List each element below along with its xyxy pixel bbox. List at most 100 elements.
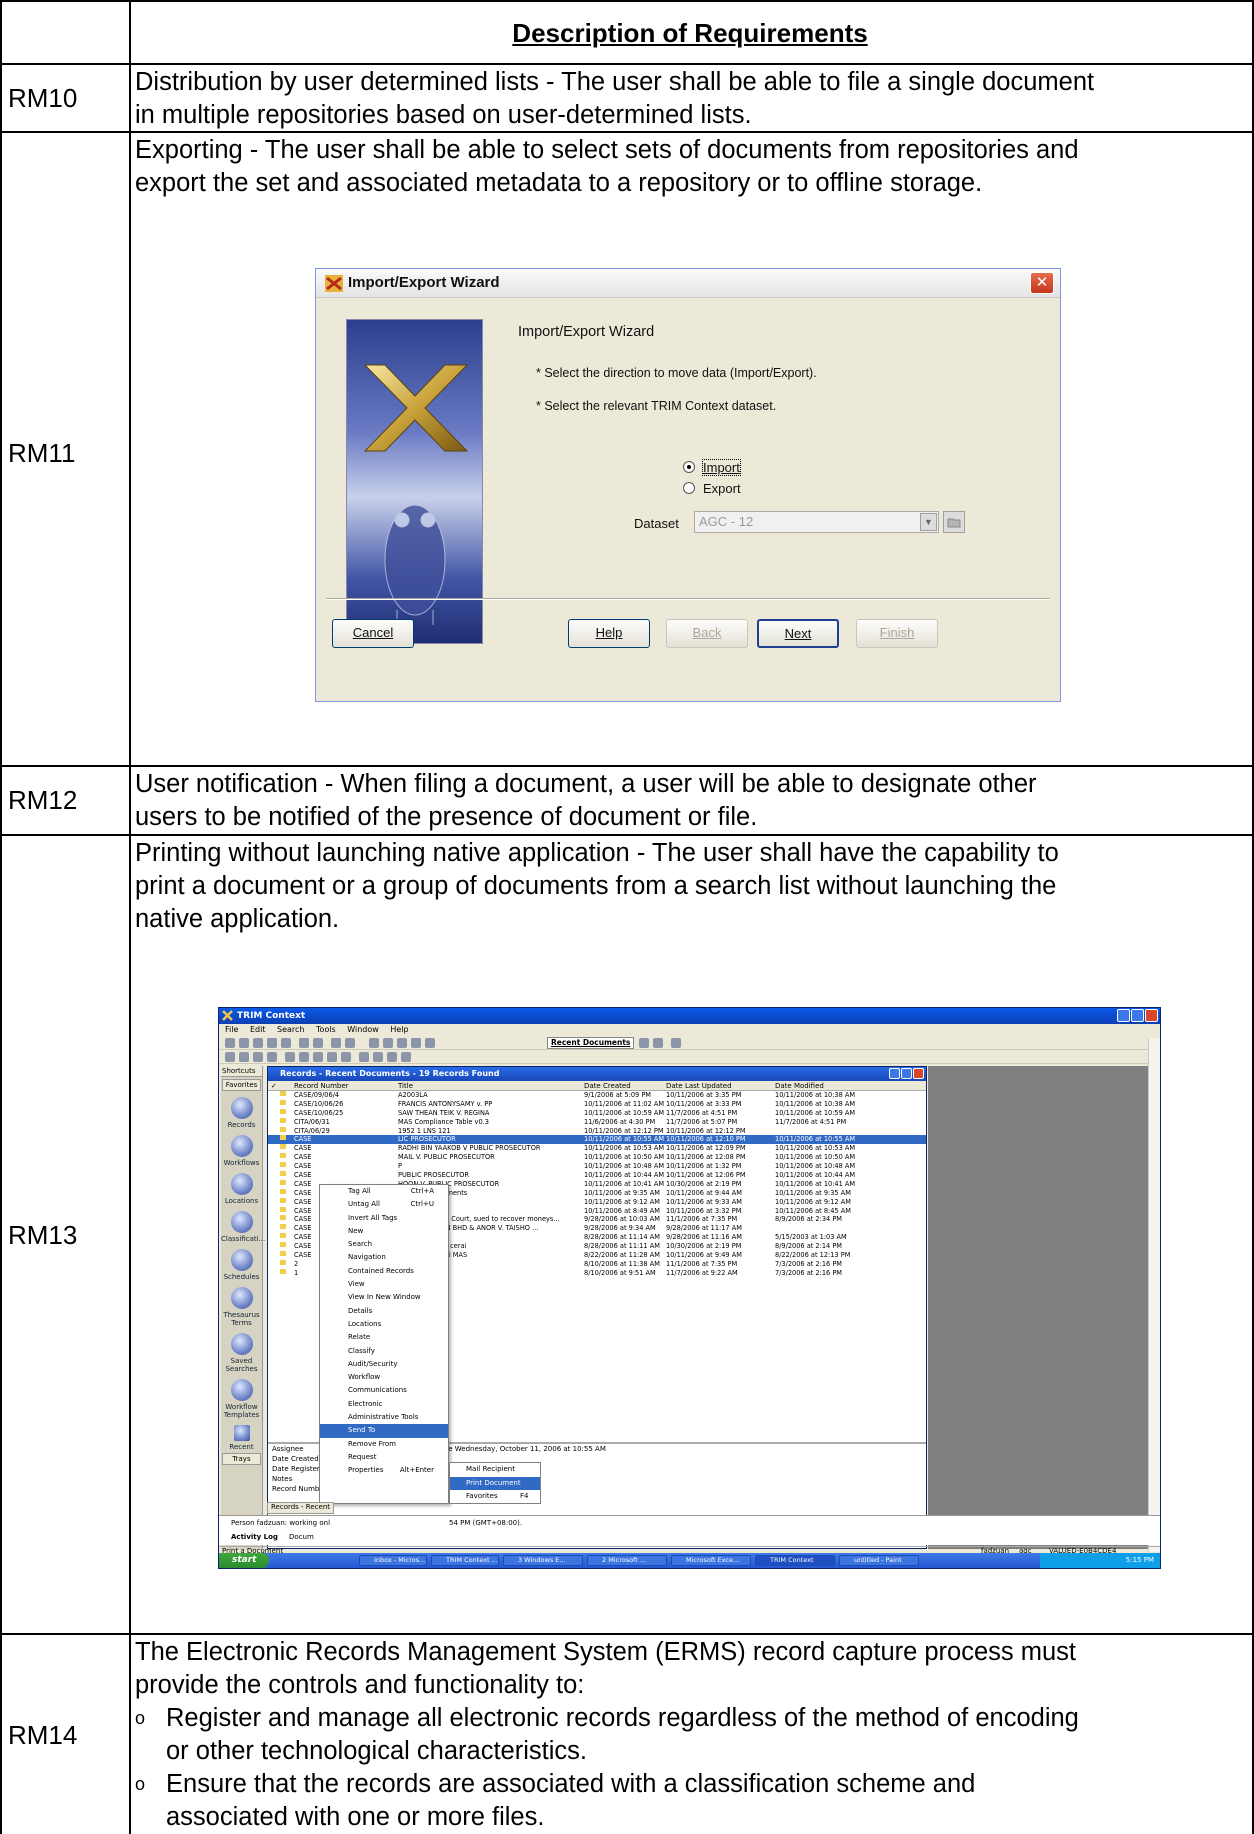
maximize-icon[interactable] [1131, 1009, 1144, 1022]
close-icon[interactable] [1145, 1009, 1158, 1022]
favorites-tab[interactable]: Favorites [222, 1079, 261, 1091]
document-icon[interactable] [327, 1052, 337, 1062]
vertical-scrollbar[interactable] [1148, 1038, 1160, 1552]
menu-item-details[interactable]: Details [320, 1305, 448, 1318]
folder-icon[interactable] [267, 1052, 277, 1062]
search-icon[interactable] [383, 1038, 393, 1048]
records-window-titlebar[interactable]: Records - Recent Documents - 19 Records … [268, 1067, 926, 1081]
print-icon[interactable] [299, 1038, 309, 1048]
menu-item-audit-security[interactable]: Audit/Security [320, 1358, 448, 1371]
table-row[interactable]: CASE PUBLIC PROSECUTOR 10/11/2006 at 10:44… [268, 1171, 926, 1180]
menu-item-remove-from[interactable]: Remove From [320, 1438, 448, 1451]
menu-item-relate[interactable]: Relate [320, 1331, 448, 1344]
cancel-button[interactable]: Cancel [332, 619, 414, 648]
menu-item-mail-recipient[interactable]: Mail Recipient [450, 1463, 540, 1477]
menu-item-navigation[interactable]: Navigation [320, 1251, 448, 1264]
table-row[interactable]: CITA/06/29 1952 1 LNS 121 10/11/2006 at 12… [268, 1126, 926, 1136]
search-icon[interactable] [425, 1038, 435, 1048]
dataset-select[interactable]: AGC - 12 ▼ [694, 511, 939, 533]
activity-log-tab[interactable]: Activity Log [231, 1533, 278, 1541]
copy-icon[interactable] [373, 1052, 383, 1062]
print-icon[interactable] [225, 1052, 235, 1062]
search-icon[interactable] [397, 1038, 407, 1048]
table-row[interactable]: CASE RADHI BIN YAAKOB V PUBLIC PROSECUTOR… [268, 1144, 926, 1153]
filter-icon[interactable] [653, 1038, 663, 1048]
taskbar-item[interactable]: untitled - Paint [839, 1555, 919, 1566]
shortcut-recent[interactable]: Recent [221, 1425, 262, 1451]
unlink-icon[interactable] [345, 1038, 355, 1048]
trays-tab[interactable]: Trays [222, 1453, 261, 1465]
menu-item-search[interactable]: Search [320, 1238, 448, 1251]
filter-icon[interactable] [639, 1038, 649, 1048]
menu-item-send-to[interactable]: Send To [320, 1424, 448, 1438]
menu-help[interactable]: Help [390, 1025, 408, 1034]
grid-icon[interactable] [401, 1052, 411, 1062]
recent-documents-dropdown[interactable]: Recent Documents [547, 1037, 635, 1049]
checkbox-column-icon[interactable]: ✓ [271, 1081, 277, 1091]
taskbar-item-active[interactable]: TRIM Context [755, 1555, 835, 1566]
back-button[interactable]: Back [666, 619, 748, 648]
properties-icon[interactable] [281, 1038, 291, 1048]
finish-button[interactable]: Finish [856, 619, 938, 648]
menu-item-invert-all-tags[interactable]: Invert All Tags [320, 1212, 448, 1225]
records-recent-tab[interactable]: Records - Recent [267, 1502, 335, 1514]
shortcut-classifications[interactable]: Classificati... [221, 1211, 265, 1243]
table-row[interactable]: CASE/10/06/26 FRANCIS ANTONYSAMY v. PP 10/… [268, 1099, 926, 1109]
restore-icon[interactable] [901, 1068, 912, 1079]
table-row[interactable]: CASE/09/06/4 A2003LA 9/1/2006 at 5:09 PM 10… [268, 1091, 926, 1100]
shortcut-thesaurus-terms[interactable]: Thesaurus Terms [221, 1287, 262, 1327]
menu-tools[interactable]: Tools [316, 1025, 336, 1034]
start-button[interactable]: start [219, 1553, 269, 1568]
print-icon[interactable] [253, 1052, 263, 1062]
menu-window[interactable]: Window [347, 1025, 379, 1034]
pen-icon[interactable] [299, 1052, 309, 1062]
column-date-modified[interactable]: Date Modified [775, 1081, 824, 1091]
taskbar-item[interactable]: Microsoft Exce... [671, 1555, 751, 1566]
chevron-down-icon[interactable]: ▼ [920, 513, 937, 531]
menu-item-properties[interactable]: Properties Alt+Enter [320, 1464, 448, 1477]
copy-icon[interactable] [387, 1052, 397, 1062]
menu-item-electronic[interactable]: Electronic [320, 1398, 448, 1411]
table-row[interactable]: CASE MAIL V. PUBLIC PROSECUTOR 10/11/2006 … [268, 1153, 926, 1162]
document-tab[interactable]: Docum [289, 1533, 314, 1541]
preview-icon[interactable] [313, 1038, 323, 1048]
menu-item-contained-records[interactable]: Contained Records [320, 1265, 448, 1278]
link-icon[interactable] [331, 1038, 341, 1048]
menu-item-communications[interactable]: Communications [320, 1384, 448, 1397]
shortcut-locations[interactable]: Locations [221, 1173, 262, 1205]
save-icon[interactable] [239, 1038, 249, 1048]
shortcut-schedules[interactable]: Schedules [221, 1249, 262, 1281]
table-row[interactable]: CASE P 10/11/2006 at 10:48 AM 10/11/2006 at… [268, 1162, 926, 1171]
menu-item-request[interactable]: Request [320, 1451, 448, 1464]
document-icon[interactable] [313, 1052, 323, 1062]
document-icon[interactable] [341, 1052, 351, 1062]
trim-titlebar[interactable]: TRIM Context [219, 1008, 1160, 1024]
close-button[interactable]: ✕ [1030, 272, 1054, 294]
menu-item-tag-all[interactable]: Tag All Ctrl+A [320, 1185, 448, 1198]
close-icon[interactable] [913, 1068, 924, 1079]
shortcut-workflow-templates[interactable]: Workflow Templates [221, 1379, 262, 1419]
menu-edit[interactable]: Edit [250, 1025, 266, 1034]
menu-search[interactable]: Search [277, 1025, 304, 1034]
help-button[interactable]: Help [568, 619, 650, 648]
table-row[interactable]: CITA/06/31 MAS Compliance Table v0.3 11/6/… [268, 1117, 926, 1127]
menu-item-view[interactable]: View [320, 1278, 448, 1291]
column-date-last-updated[interactable]: Date Last Updated [666, 1081, 732, 1091]
taskbar-item[interactable]: Inbox - Micros... [359, 1555, 427, 1566]
search-icon[interactable] [411, 1038, 421, 1048]
table-row[interactable]: CASE LIC PROSECUTOR 10/11/2006 at 10:55 AM… [268, 1135, 926, 1145]
menu-item-print-document[interactable]: Print Document [450, 1476, 540, 1490]
menu-item-workflow[interactable]: Workflow [320, 1371, 448, 1384]
column-title[interactable]: Title [398, 1081, 413, 1091]
next-button[interactable]: Next [757, 619, 839, 648]
menu-item-classify[interactable]: Classify [320, 1345, 448, 1358]
taskbar-item[interactable]: TRIM Context ... [431, 1555, 499, 1566]
column-date-created[interactable]: Date Created [584, 1081, 631, 1091]
menu-item-new[interactable]: New [320, 1225, 448, 1238]
menu-file[interactable]: File [225, 1025, 238, 1034]
taskbar-item[interactable]: 3 Windows E... [503, 1555, 583, 1566]
menu-item-view-in-new-window[interactable]: View In New Window [320, 1291, 448, 1304]
shortcut-records[interactable]: Records [221, 1097, 262, 1129]
menu-item-locations[interactable]: Locations [320, 1318, 448, 1331]
folder-icon[interactable] [239, 1052, 249, 1062]
